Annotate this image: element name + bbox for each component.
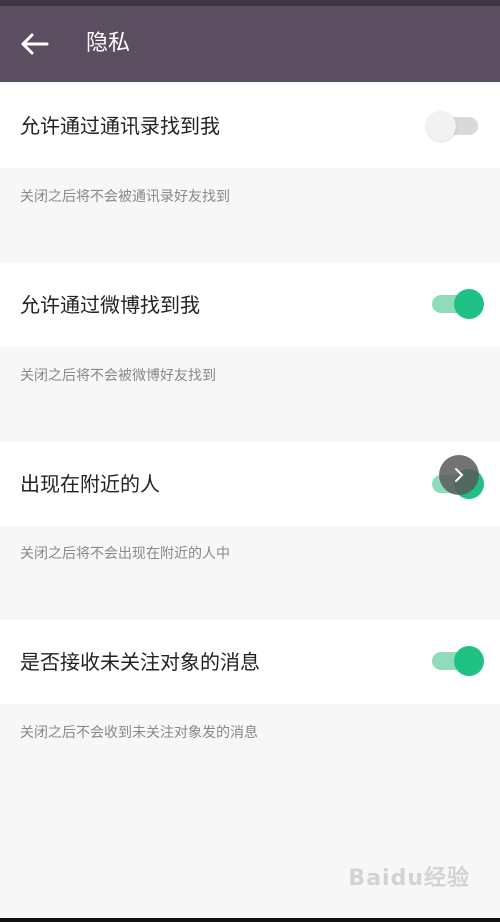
setting-description: 关闭之后将不会被通讯录好友找到	[20, 189, 230, 205]
toggle-thumb	[454, 289, 484, 319]
bottom-edge	[0, 918, 500, 922]
arrow-left-icon	[21, 33, 49, 55]
chevron-right-icon	[455, 468, 464, 482]
unfollowed-messages-toggle[interactable]	[432, 643, 484, 679]
toggle-thumb	[454, 646, 484, 676]
setting-label: 是否接收未关注对象的消息	[20, 650, 260, 674]
contacts-toggle[interactable]	[426, 108, 484, 144]
setting-row-unfollowed-messages: 是否接收未关注对象的消息	[0, 620, 500, 704]
app-bar: 隐私	[0, 6, 500, 82]
setting-row-weibo: 允许通过微博找到我	[0, 263, 500, 347]
page-title: 隐私	[86, 31, 131, 56]
setting-label: 允许通过微博找到我	[20, 293, 200, 317]
setting-description: 关闭之后不会收到未关注对象发的消息	[20, 725, 258, 741]
setting-description: 关闭之后将不会被微博好友找到	[20, 368, 216, 384]
setting-label: 允许通过通讯录找到我	[20, 114, 220, 138]
setting-description: 关闭之后将不会出现在附近的人中	[20, 546, 230, 562]
weibo-toggle[interactable]	[432, 286, 484, 322]
watermark: Baidu经验	[348, 866, 470, 891]
setting-row-contacts: 允许通过通讯录找到我	[0, 84, 500, 168]
setting-row-nearby: 出现在附近的人	[0, 442, 500, 526]
toggle-thumb	[426, 111, 456, 141]
back-button[interactable]	[14, 24, 54, 64]
floating-assistant-button[interactable]	[439, 455, 479, 495]
setting-label: 出现在附近的人	[20, 472, 160, 496]
